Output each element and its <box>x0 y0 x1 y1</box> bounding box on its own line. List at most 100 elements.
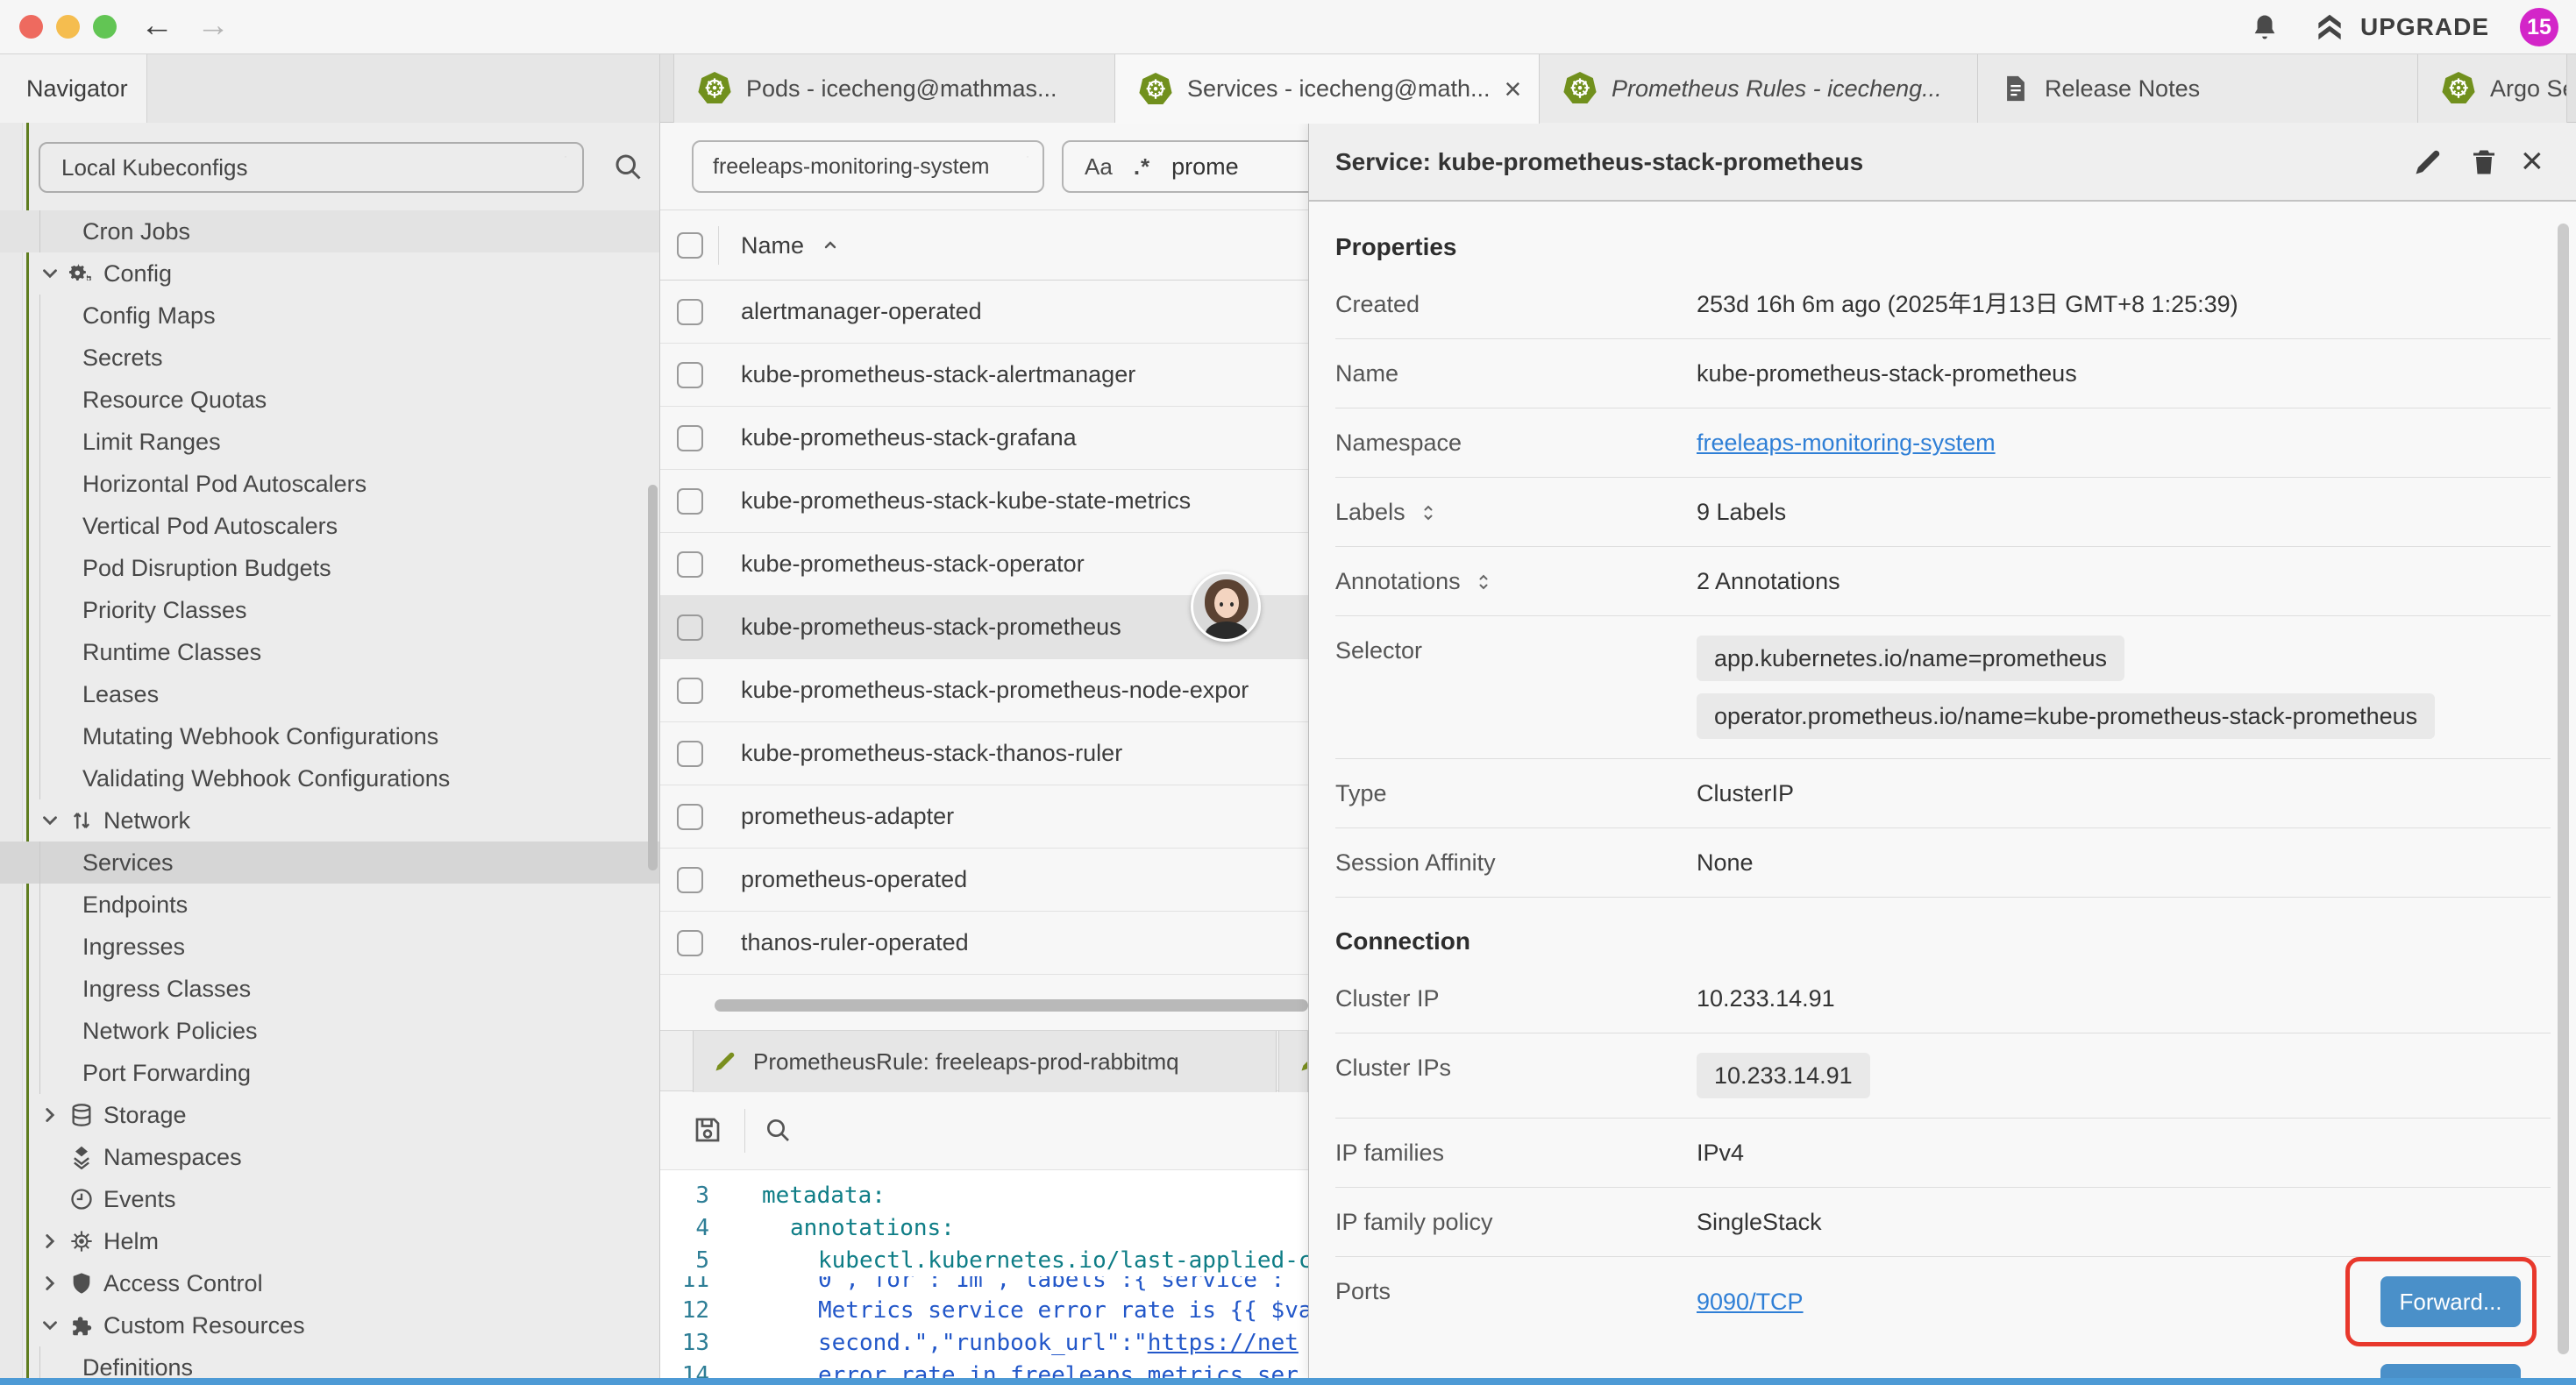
sidebar-item-runtime-classes[interactable]: Runtime Classes <box>0 631 660 673</box>
sidebar-item-port-forwarding[interactable]: Port Forwarding <box>0 1052 660 1094</box>
sidebar-item-helm[interactable]: Helm <box>0 1220 660 1262</box>
close-window-button[interactable] <box>19 15 43 39</box>
row-checkbox[interactable] <box>677 614 703 641</box>
sidebar-scrollbar[interactable] <box>648 485 658 870</box>
name-column-header[interactable]: Name <box>741 232 804 259</box>
sidebar-item-resource-quotas[interactable]: Resource Quotas <box>0 379 660 421</box>
tab-argo-se[interactable]: Argo Se <box>2418 54 2567 123</box>
sidebar-item-definitions[interactable]: Definitions <box>0 1346 660 1379</box>
port-link[interactable]: 9090/TCP <box>1697 1287 1804 1317</box>
table-row-kube-prometheus-stack-grafana[interactable]: kube-prometheus-stack-grafana <box>660 407 1308 470</box>
navigator-sidebar: Local Kubeconfigs Cron JobsConfigConfig … <box>0 123 660 1379</box>
sidebar-item-network[interactable]: Network <box>0 799 660 842</box>
row-checkbox[interactable] <box>677 930 703 956</box>
sidebar-item-services[interactable]: Services <box>0 842 660 884</box>
row-checkbox[interactable] <box>677 678 703 704</box>
row-checkbox[interactable] <box>677 551 703 578</box>
close-icon[interactable]: × <box>2521 123 2544 202</box>
table-row-thanos-ruler-operated[interactable]: thanos-ruler-operated <box>660 912 1308 975</box>
sidebar-item-validating-webhook-configurations[interactable]: Validating Webhook Configurations <box>0 757 660 799</box>
row-checkbox[interactable] <box>677 425 703 451</box>
sort-ascending-icon[interactable] <box>820 235 841 256</box>
sidebar-item-cron-jobs[interactable]: Cron Jobs <box>0 210 660 252</box>
namespace-selector[interactable]: freeleaps-monitoring-system <box>692 140 1044 193</box>
sidebar-item-endpoints[interactable]: Endpoints <box>0 884 660 926</box>
sidebar-item-ingress-classes[interactable]: Ingress Classes <box>0 968 660 1010</box>
tab-prometheus-rules-icecheng[interactable]: Prometheus Rules - icecheng... <box>1540 54 1978 123</box>
row-checkbox[interactable] <box>677 362 703 388</box>
row-checkbox[interactable] <box>677 488 703 515</box>
detail-scrollbar[interactable] <box>2558 224 2569 1354</box>
table-row-alertmanager-operated[interactable]: alertmanager-operated <box>660 281 1308 344</box>
save-icon[interactable] <box>692 1114 723 1146</box>
sidebar-item-pod-disruption-budgets[interactable]: Pod Disruption Budgets <box>0 547 660 589</box>
sidebar-item-config[interactable]: Config <box>0 252 660 295</box>
chevron-right-icon[interactable] <box>39 1230 61 1253</box>
notification-count-badge[interactable]: 15 <box>2520 8 2558 46</box>
horizontal-scrollbar[interactable] <box>715 999 1308 1012</box>
sidebar-item-custom-resources[interactable]: Custom Resources <box>0 1304 660 1346</box>
yaml-editor[interactable]: 3metadata:4annotations:5kubectl.kubernet… <box>660 1170 1308 1379</box>
regex-toggle[interactable]: .* <box>1134 153 1150 181</box>
property-value: 9 Labels <box>1697 497 2551 527</box>
delete-trash-icon[interactable] <box>2468 146 2500 178</box>
sort-icon[interactable] <box>1473 572 1494 593</box>
sidebar-item-priority-classes[interactable]: Priority Classes <box>0 589 660 631</box>
tab-close-icon[interactable]: × <box>1505 75 1522 104</box>
namespace-link[interactable]: freeleaps-monitoring-system <box>1697 430 1996 456</box>
table-row-kube-prometheus-stack-alertmanager[interactable]: kube-prometheus-stack-alertmanager <box>660 344 1308 407</box>
tab-services-icecheng-math[interactable]: Services - icecheng@math...× <box>1115 54 1540 124</box>
sidebar-item-limit-ranges[interactable]: Limit Ranges <box>0 421 660 463</box>
tab-pods-icecheng-mathmas[interactable]: Pods - icecheng@mathmas... <box>673 54 1115 123</box>
edit-pencil-icon[interactable] <box>2412 146 2444 178</box>
minimize-window-button[interactable] <box>56 15 80 39</box>
navigator-panel-tab[interactable]: Navigator <box>0 54 147 123</box>
sidebar-item-ingresses[interactable]: Ingresses <box>0 926 660 968</box>
tab-release-notes[interactable]: Release Notes <box>1978 54 2418 123</box>
forward-button[interactable]: Forward... <box>2380 1276 2521 1327</box>
table-row-kube-prometheus-stack-prometheus-node-expor[interactable]: kube-prometheus-stack-prometheus-node-ex… <box>660 659 1308 722</box>
sidebar-item-label: Ingresses <box>0 934 185 961</box>
upgrade-button[interactable]: UPGRADE <box>2313 0 2489 54</box>
sort-icon[interactable] <box>1418 502 1439 523</box>
row-checkbox[interactable] <box>677 804 703 830</box>
row-checkbox[interactable] <box>677 299 703 325</box>
sidebar-item-network-policies[interactable]: Network Policies <box>0 1010 660 1052</box>
assistant-avatar[interactable] <box>1191 572 1261 642</box>
kubeconfig-selector[interactable]: Local Kubeconfigs <box>39 142 584 193</box>
back-arrow-icon[interactable]: ← <box>140 0 174 54</box>
match-case-toggle[interactable]: Aa <box>1085 153 1113 181</box>
table-row-kube-prometheus-stack-kube-state-metrics[interactable]: kube-prometheus-stack-kube-state-metrics <box>660 470 1308 533</box>
sidebar-item-access-control[interactable]: Access Control <box>0 1262 660 1304</box>
editor-search-icon[interactable] <box>764 1116 792 1144</box>
sidebar-item-mutating-webhook-configurations[interactable]: Mutating Webhook Configurations <box>0 715 660 757</box>
sidebar-item-events[interactable]: Events <box>0 1178 660 1220</box>
sidebar-search-icon[interactable] <box>612 151 644 182</box>
row-checkbox[interactable] <box>677 741 703 767</box>
sidebar-item-config-maps[interactable]: Config Maps <box>0 295 660 337</box>
forward-button[interactable]: Forward... <box>2380 1364 2521 1379</box>
chevron-down-icon[interactable] <box>39 262 61 285</box>
editor-tab-clipped[interactable] <box>1278 1031 1308 1092</box>
notifications-bell-icon[interactable] <box>2250 12 2280 42</box>
zoom-window-button[interactable] <box>93 15 117 39</box>
editor-tab-prometheusrule-freeleaps-prod-rabbitmq[interactable]: PrometheusRule: freeleaps-prod-rabbitmq <box>693 1031 1277 1092</box>
filter-search-input[interactable]: Aa .* prome <box>1062 140 1308 193</box>
sidebar-item-horizontal-pod-autoscalers[interactable]: Horizontal Pod Autoscalers <box>0 463 660 505</box>
chevron-right-icon[interactable] <box>39 1104 61 1126</box>
sidebar-item-secrets[interactable]: Secrets <box>0 337 660 379</box>
sidebar-item-leases[interactable]: Leases <box>0 673 660 715</box>
table-row-prometheus-operated[interactable]: prometheus-operated <box>660 849 1308 912</box>
sidebar-item-vertical-pod-autoscalers[interactable]: Vertical Pod Autoscalers <box>0 505 660 547</box>
table-row-kube-prometheus-stack-thanos-ruler[interactable]: kube-prometheus-stack-thanos-ruler <box>660 722 1308 785</box>
chevron-down-icon[interactable] <box>39 1314 61 1337</box>
sidebar-item-storage[interactable]: Storage <box>0 1094 660 1136</box>
row-checkbox[interactable] <box>677 867 703 893</box>
table-row-prometheus-adapter[interactable]: prometheus-adapter <box>660 785 1308 849</box>
forward-arrow-icon[interactable]: → <box>196 0 230 54</box>
sidebar-item-namespaces[interactable]: Namespaces <box>0 1136 660 1178</box>
chevron-down-icon[interactable] <box>39 809 61 832</box>
table-header[interactable]: Name <box>660 210 1308 281</box>
chevron-right-icon[interactable] <box>39 1272 61 1295</box>
select-all-checkbox[interactable] <box>677 232 703 259</box>
